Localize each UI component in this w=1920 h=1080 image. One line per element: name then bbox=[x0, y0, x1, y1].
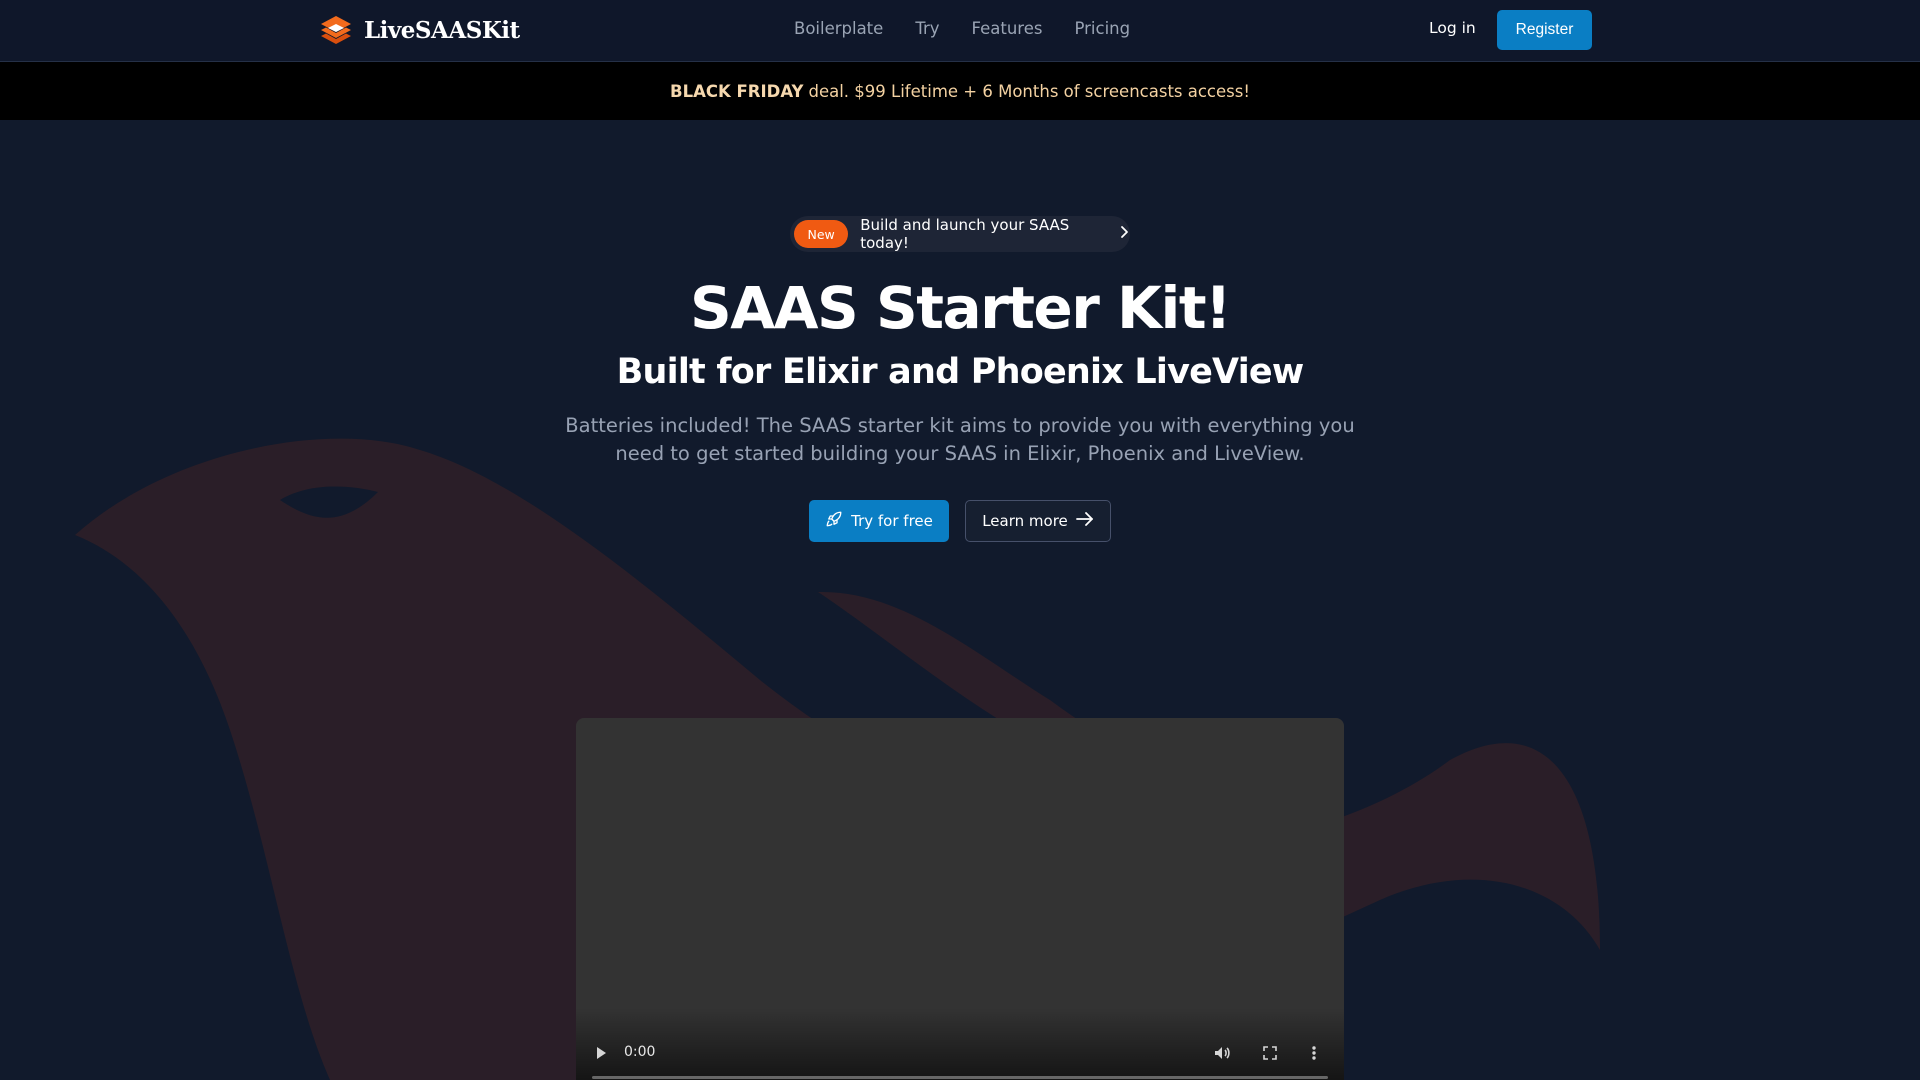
hero-description: Batteries included! The SAAS starter kit… bbox=[565, 414, 1355, 465]
register-button[interactable]: Register bbox=[1497, 10, 1592, 50]
hero-title: SAAS Starter Kit! bbox=[689, 274, 1232, 342]
arrow-right-icon bbox=[1075, 512, 1094, 530]
chevron-right-icon bbox=[1120, 225, 1130, 243]
nav-item-pricing[interactable]: Pricing bbox=[1074, 19, 1130, 38]
main-nav: Boilerplate Try Features Pricing bbox=[794, 19, 1130, 38]
brand-logo[interactable]: LiveSAASKit bbox=[318, 13, 520, 47]
promo-banner[interactable]: BLACK FRIDAY deal. $99 Lifetime + 6 Mont… bbox=[0, 62, 1920, 120]
stacked-layers-logo-icon bbox=[318, 14, 354, 46]
new-badge: New bbox=[794, 220, 849, 248]
try-for-free-label: Try for free bbox=[851, 512, 933, 530]
fullscreen-icon[interactable] bbox=[1262, 1044, 1278, 1066]
learn-more-label: Learn more bbox=[982, 512, 1068, 530]
login-link[interactable]: Log in bbox=[1429, 19, 1476, 37]
nav-item-boilerplate[interactable]: Boilerplate bbox=[794, 19, 883, 38]
play-icon[interactable] bbox=[594, 1044, 608, 1066]
promo-highlight: BLACK FRIDAY bbox=[670, 81, 804, 101]
video-progress-bar[interactable] bbox=[592, 1076, 1328, 1079]
volume-icon[interactable] bbox=[1213, 1044, 1231, 1066]
more-options-icon[interactable] bbox=[1311, 1044, 1317, 1066]
announcement-pill[interactable]: New Build and launch your SAAS today! bbox=[790, 216, 1130, 252]
announcement-text: Build and launch your SAAS today! bbox=[860, 216, 1070, 252]
promo-text: deal. $99 Lifetime + 6 Months of screenc… bbox=[808, 81, 1250, 101]
brand-name: LiveSAASKit bbox=[364, 16, 520, 44]
hero-subtitle: Built for Elixir and Phoenix LiveView bbox=[616, 352, 1305, 392]
nav-item-features[interactable]: Features bbox=[972, 19, 1043, 38]
video-time: 0:00 bbox=[624, 1044, 656, 1060]
demo-video-player[interactable]: 0:00 bbox=[576, 718, 1344, 1080]
site-header: LiveSAASKit Boilerplate Try Features Pri… bbox=[0, 0, 1920, 62]
try-for-free-button[interactable]: Try for free bbox=[809, 500, 949, 542]
nav-item-try[interactable]: Try bbox=[915, 19, 939, 38]
rocket-icon bbox=[825, 510, 843, 532]
learn-more-button[interactable]: Learn more bbox=[965, 500, 1111, 542]
